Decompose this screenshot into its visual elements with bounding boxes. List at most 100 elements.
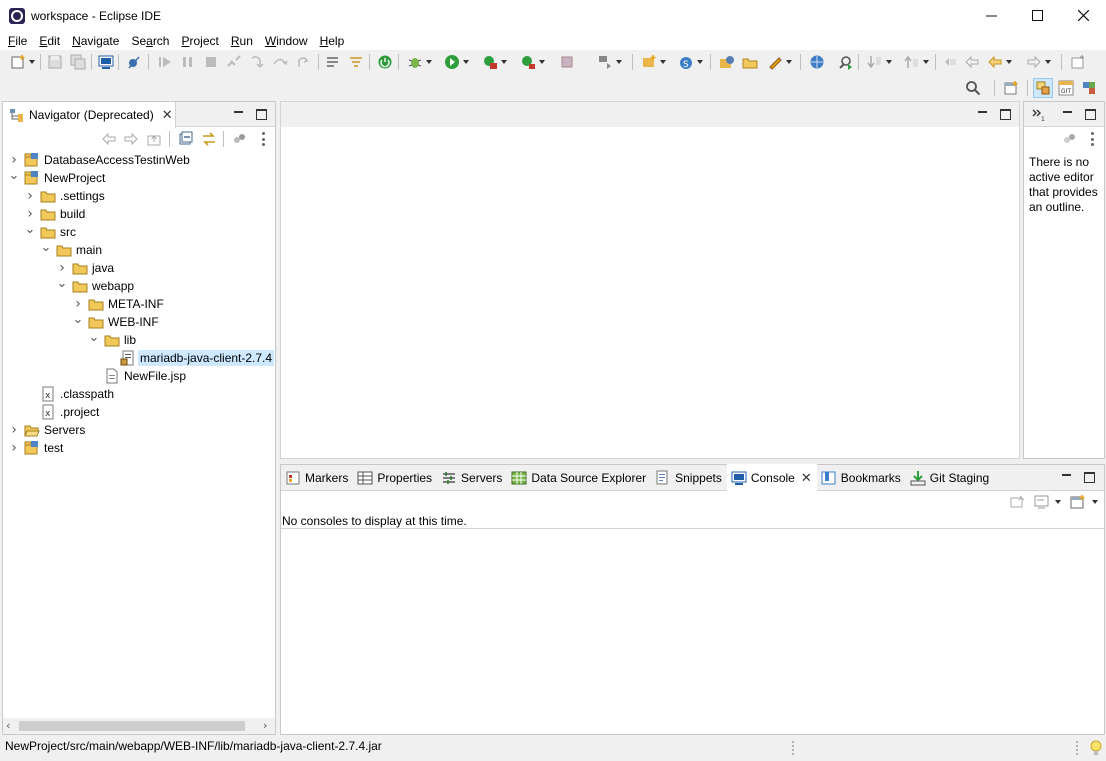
tree-item[interactable]: NewFile.jsp: [88, 367, 186, 385]
suspend-button[interactable]: [179, 53, 197, 71]
skip-breakpoints-button[interactable]: [125, 53, 143, 71]
tree-item[interactable]: › Servers: [8, 421, 85, 439]
step-into-button[interactable]: [248, 53, 266, 71]
step-return-button[interactable]: [294, 53, 312, 71]
scrollbar-thumb[interactable]: [19, 721, 245, 731]
tree-item[interactable]: › META-INF: [72, 295, 164, 313]
open-task-button[interactable]: [741, 53, 759, 71]
open-console-dropdown[interactable]: [1091, 493, 1099, 511]
tree-item[interactable]: ⌄ NewProject: [8, 166, 106, 187]
drop-to-frame-button[interactable]: [324, 53, 342, 71]
open-resource-button[interactable]: [766, 53, 784, 71]
open-type-button[interactable]: [718, 53, 736, 71]
maximize-view-button[interactable]: [255, 108, 267, 120]
bottom-minimize-button[interactable]: [1060, 471, 1072, 483]
forward-nav-dropdown[interactable]: [1044, 53, 1052, 71]
debug-button[interactable]: [406, 53, 424, 71]
outline-maximize-button[interactable]: [1084, 108, 1096, 120]
server-publish-button[interactable]: [596, 53, 614, 71]
previous-annotation-button[interactable]: [903, 53, 921, 71]
java-ee-perspective-button[interactable]: [1033, 78, 1053, 98]
tab-git-staging[interactable]: Git Staging: [906, 465, 994, 491]
back-nav-button[interactable]: [963, 53, 981, 71]
run-last-launched-button[interactable]: [836, 53, 854, 71]
chevron-right-icon[interactable]: ›: [24, 187, 36, 205]
tab-data-source-explorer[interactable]: Data Source Explorer: [507, 465, 651, 491]
disconnect-button[interactable]: [225, 53, 243, 71]
chevron-right-icon[interactable]: ›: [8, 439, 20, 457]
tree-item[interactable]: ⌄ main: [40, 240, 102, 259]
tab-snippets[interactable]: Snippets: [651, 465, 727, 491]
tab-console[interactable]: Console ✕: [726, 464, 817, 491]
web-browser-button[interactable]: [808, 53, 826, 71]
run-dropdown[interactable]: [462, 53, 470, 71]
tree-item[interactable]: ⌄ WEB-INF: [72, 312, 159, 331]
step-over-button[interactable]: [271, 53, 289, 71]
chevron-down-icon[interactable]: ⌄: [8, 166, 20, 184]
chevron-down-icon[interactable]: ⌄: [88, 328, 100, 346]
minimize-button[interactable]: [968, 0, 1014, 31]
bottom-maximize-button[interactable]: [1083, 471, 1095, 483]
new-java-project-button[interactable]: [640, 53, 658, 71]
menu-file[interactable]: File: [2, 34, 33, 48]
menu-search[interactable]: Search: [125, 34, 175, 48]
pin-console-button[interactable]: [1009, 493, 1027, 511]
tree-item[interactable]: › DatabaseAccessTestinWeb: [8, 151, 190, 169]
new-server-button[interactable]: S: [677, 53, 695, 71]
tab-navigator[interactable]: Navigator (Deprecated) ✕: [3, 102, 176, 128]
outline-minimize-button[interactable]: [1061, 108, 1073, 120]
external-tools-button[interactable]: [519, 53, 537, 71]
terminate-button[interactable]: [202, 53, 220, 71]
menu-run[interactable]: Run: [225, 34, 259, 48]
display-console-dropdown[interactable]: [1054, 493, 1062, 511]
git-perspective-button[interactable]: GIT: [1057, 79, 1075, 97]
run-server-button[interactable]: [376, 53, 394, 71]
link-with-editor-button[interactable]: [200, 130, 218, 148]
menu-help[interactable]: Help: [314, 34, 351, 48]
tab-bookmarks[interactable]: Bookmarks: [817, 465, 906, 491]
tab-servers[interactable]: Servers: [437, 465, 507, 491]
external-tools-dropdown[interactable]: [538, 53, 546, 71]
tree-item[interactable]: mariadb-java-client-2.7.4: [104, 349, 275, 367]
step-filters-button[interactable]: [347, 53, 365, 71]
new-dropdown[interactable]: [28, 53, 36, 71]
maximize-toolbar-button[interactable]: [1069, 53, 1087, 71]
outline-filter-button[interactable]: [1061, 130, 1079, 148]
tree-item[interactable]: x .classpath: [24, 385, 114, 403]
open-perspective-button[interactable]: [1003, 79, 1021, 97]
up-button[interactable]: [145, 130, 163, 148]
tree-item[interactable]: › test: [8, 439, 63, 457]
tab-properties[interactable]: Properties: [353, 465, 437, 491]
editor-maximize-button[interactable]: [999, 108, 1011, 120]
server-publish-dropdown[interactable]: [615, 53, 623, 71]
editor-minimize-button[interactable]: [976, 108, 988, 120]
scroll-left-icon[interactable]: ‹: [6, 719, 10, 732]
show-hidden-views-button[interactable]: 1: [1029, 105, 1047, 123]
close-navigator-button[interactable]: ✕: [162, 107, 173, 123]
collapse-all-button[interactable]: [177, 130, 195, 148]
menu-window[interactable]: Window: [259, 34, 314, 48]
coverage-button[interactable]: [481, 53, 499, 71]
tips-button[interactable]: [1088, 739, 1104, 760]
search-button[interactable]: [964, 79, 982, 97]
view-menu-button[interactable]: [261, 132, 265, 146]
new-button[interactable]: [9, 53, 27, 71]
save-all-button[interactable]: [69, 53, 87, 71]
forward-button[interactable]: [122, 130, 140, 148]
java-perspective-button[interactable]: [1080, 79, 1098, 97]
view-menu-filter-button[interactable]: [231, 130, 249, 148]
coverage-dropdown[interactable]: [500, 53, 508, 71]
console-quick-button[interactable]: [97, 53, 115, 71]
next-annotation-dropdown[interactable]: [885, 53, 893, 71]
previous-annotation-dropdown[interactable]: [922, 53, 930, 71]
back-history-button[interactable]: [986, 53, 1004, 71]
back-button[interactable]: [100, 130, 118, 148]
tree-item[interactable]: › .settings: [24, 187, 105, 205]
close-window-button[interactable]: [1060, 0, 1106, 31]
next-annotation-button[interactable]: [866, 53, 884, 71]
tree-item[interactable]: x .project: [24, 403, 99, 421]
navigator-horizontal-scrollbar[interactable]: ‹ ›: [3, 718, 275, 734]
chevron-down-icon[interactable]: ⌄: [24, 220, 36, 238]
scroll-right-icon[interactable]: ›: [263, 719, 267, 732]
outline-view-menu-button[interactable]: [1090, 132, 1094, 146]
